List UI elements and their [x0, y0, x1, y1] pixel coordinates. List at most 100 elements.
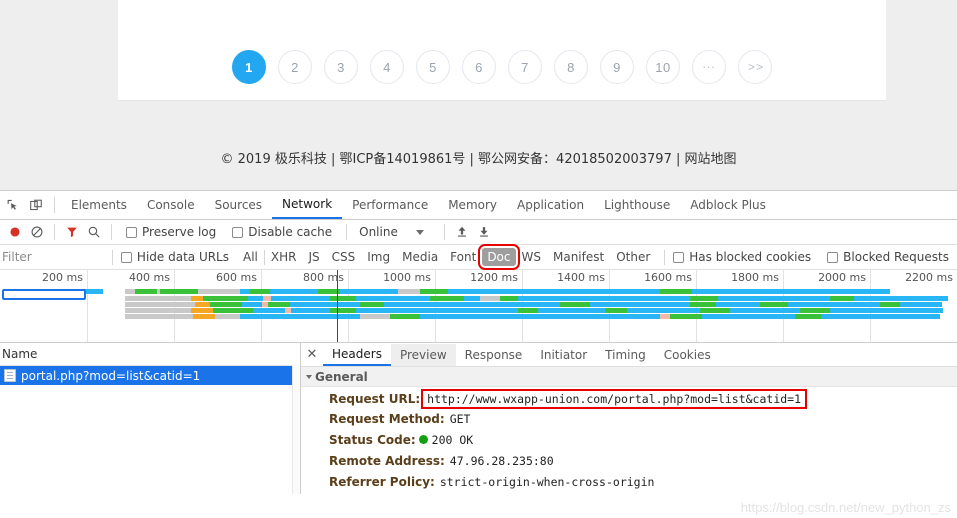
page-button-8[interactable]: 8	[554, 50, 588, 84]
filter-type-manifest[interactable]: Manifest	[547, 249, 610, 265]
tab-memory[interactable]: Memory	[438, 192, 507, 219]
status-ok-icon	[418, 435, 428, 444]
waterfall-segment	[795, 314, 821, 319]
filter-type-ws[interactable]: WS	[516, 249, 547, 265]
pagination[interactable]: 1 2 3 4 5 6 7 8 9 10... > >	[118, 0, 886, 100]
waterfall-segment	[500, 296, 518, 301]
section-title: General	[315, 369, 368, 384]
waterfall-segment	[183, 308, 191, 313]
device-toolbar-icon[interactable]	[24, 192, 48, 218]
field-value: 47.96.28.235:80	[449, 454, 554, 468]
filter-type-js[interactable]: JS	[302, 249, 325, 265]
filter-type-all[interactable]: All	[237, 249, 264, 265]
timeline-ruler: 200 ms 400 ms 600 ms 800 ms 1000 ms 1200 ms 14…	[0, 270, 957, 342]
network-overview-timeline[interactable]: 200 ms 400 ms 600 ms 800 ms 1000 ms 1200 ms 14…	[0, 270, 957, 343]
upload-icon[interactable]	[451, 221, 473, 243]
throttle-select[interactable]: Online	[359, 225, 398, 239]
waterfall-segment	[360, 302, 384, 307]
page-button-9[interactable]: 9	[600, 50, 634, 84]
disable-cache-toggle[interactable]: Disable cache	[232, 225, 332, 239]
disable-cache-label: Disable cache	[248, 225, 333, 239]
page-button-10[interactable]: 10	[646, 50, 680, 84]
field-value[interactable]: http://www.wxapp-union.com/portal.php?mo…	[421, 389, 808, 409]
preserve-log-toggle[interactable]: Preserve log	[126, 225, 216, 239]
detail-tab-preview[interactable]: Preview	[390, 343, 456, 366]
detail-tab-cookies[interactable]: Cookies	[655, 344, 720, 366]
timeline-tick-label: 1600 ms	[644, 271, 692, 284]
tab-lighthouse[interactable]: Lighthouse	[594, 192, 680, 219]
page-button-4[interactable]: 4	[370, 50, 404, 84]
timeline-tick-label: 2200 ms	[905, 271, 953, 284]
detail-tab-timing[interactable]: Timing	[596, 344, 655, 366]
waterfall-segment	[240, 314, 940, 319]
waterfall-segment	[242, 302, 942, 307]
page-button-7[interactable]: 7	[508, 50, 542, 84]
filter-type-other[interactable]: Other	[610, 249, 656, 265]
hide-data-urls-label: Hide data URLs	[136, 250, 229, 264]
request-list: Name portal.php?mod=list&catid=1	[0, 343, 301, 494]
blocked-requests-checkbox[interactable]	[827, 251, 839, 263]
timeline-tick-label: 1400 ms	[557, 271, 605, 284]
blocked-requests-toggle[interactable]: Blocked Requests	[827, 250, 949, 264]
download-icon[interactable]	[473, 221, 495, 243]
waterfall-segment	[205, 289, 235, 294]
page-button-[interactable]: ...	[692, 50, 726, 84]
general-section-header[interactable]: General	[301, 367, 957, 387]
waterfall-segment	[213, 308, 253, 313]
control-divider-1	[54, 224, 55, 240]
preserve-log-checkbox[interactable]	[126, 226, 137, 238]
page-button-6[interactable]: 6	[462, 50, 496, 84]
filter-type-css[interactable]: CSS	[326, 249, 362, 265]
has-blocked-cookies-checkbox[interactable]	[673, 251, 685, 263]
watermark: https://blog.csdn.net/new_python_zs	[740, 500, 951, 515]
filter-type-xhr[interactable]: XHR	[265, 249, 303, 265]
page-button-5[interactable]: 5	[416, 50, 450, 84]
waterfall-segment	[330, 308, 356, 313]
tab-sources[interactable]: Sources	[205, 192, 272, 219]
field-key: Referrer Policy:	[329, 475, 435, 489]
detail-tab-response[interactable]: Response	[456, 344, 532, 366]
chevron-down-icon[interactable]	[415, 229, 424, 235]
network-split: Name portal.php?mod=list&catid=1 ✕ Heade…	[0, 343, 957, 494]
waterfall-row	[0, 314, 957, 319]
timeline-tick-label: 200 ms	[42, 271, 83, 284]
filter-input[interactable]: Filter	[0, 246, 112, 268]
has-blocked-cookies-toggle[interactable]: Has blocked cookies	[673, 250, 811, 264]
filter-type-media[interactable]: Media	[396, 249, 444, 265]
web-page-area: 1 2 3 4 5 6 7 8 9 10... > > © 2019 极乐科技 | 鄂ICP备140…	[0, 0, 957, 190]
inspect-element-icon[interactable]	[0, 192, 24, 218]
search-icon[interactable]	[83, 221, 105, 243]
waterfall-segment	[660, 289, 692, 294]
page-button-1[interactable]: 1	[232, 50, 266, 84]
general-fields: Request URL: http://www.wxapp-union.com/p…	[301, 387, 957, 494]
request-list-scrollbar[interactable]	[292, 365, 300, 494]
disable-cache-checkbox[interactable]	[232, 226, 244, 238]
tab-application[interactable]: Application	[507, 192, 594, 219]
waterfall-segment	[830, 296, 854, 301]
clear-icon[interactable]	[26, 221, 48, 243]
tab-adblock-plus[interactable]: Adblock Plus	[680, 192, 776, 219]
timeline-tick-label: 600 ms	[216, 271, 257, 284]
filter-icon[interactable]	[61, 221, 83, 243]
hide-data-urls-toggle[interactable]: Hide data URLs	[120, 250, 229, 264]
close-icon[interactable]: ✕	[301, 344, 323, 366]
page-button-[interactable]: > >	[738, 50, 772, 84]
devtools-panel: Elements Console Sources Network Performance…	[0, 190, 957, 518]
filter-type-font[interactable]: Font	[444, 249, 482, 265]
detail-tab-initiator[interactable]: Initiator	[531, 344, 596, 366]
tab-network[interactable]: Network	[272, 192, 343, 219]
page-button-2[interactable]: 2	[278, 50, 312, 84]
detail-tab-headers[interactable]: Headers	[323, 344, 391, 366]
tab-elements[interactable]: Elements	[61, 192, 137, 219]
request-list-header[interactable]: Name	[0, 343, 300, 366]
filter-type-doc[interactable]: Doc	[478, 244, 520, 270]
record-icon[interactable]	[4, 221, 26, 243]
table-row[interactable]: portal.php?mod=list&catid=1	[0, 366, 300, 385]
hide-data-urls-checkbox[interactable]	[120, 251, 132, 263]
tab-console[interactable]: Console	[137, 192, 205, 219]
tab-performance[interactable]: Performance	[342, 192, 438, 219]
field-value: GET	[449, 412, 471, 426]
filter-type-img[interactable]: Img	[361, 249, 396, 265]
page-button-3[interactable]: 3	[324, 50, 358, 84]
timeline-playhead	[337, 270, 338, 342]
